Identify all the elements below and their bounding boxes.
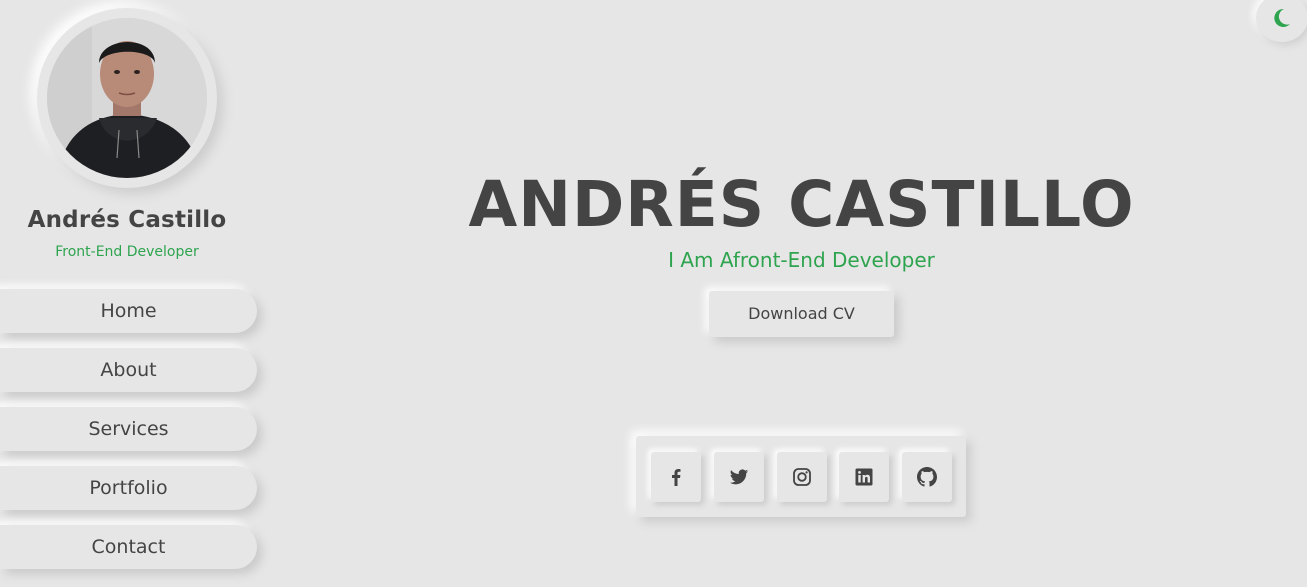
- social-links: [636, 436, 966, 517]
- download-cv-button[interactable]: Download CV: [709, 291, 894, 337]
- moon-icon: [1274, 8, 1290, 27]
- avatar: [47, 18, 207, 178]
- hero-title: ANDRÉS CASTILLO: [468, 168, 1135, 241]
- portfolio-page: Andrés Castillo Front-End Developer Home…: [0, 0, 1307, 587]
- sidebar: Andrés Castillo Front-End Developer Home…: [0, 0, 258, 587]
- github-icon: [917, 467, 937, 487]
- profile-photo: [47, 18, 207, 178]
- hero-subtitle: I Am Afront-End Developer: [668, 248, 935, 272]
- twitter-icon: [729, 469, 749, 485]
- nav-item-about[interactable]: About: [0, 348, 257, 392]
- theme-toggle-button[interactable]: [1256, 0, 1307, 42]
- nav-item-home[interactable]: Home: [0, 289, 257, 333]
- twitter-link[interactable]: [714, 452, 764, 502]
- github-link[interactable]: [902, 452, 952, 502]
- instagram-icon: [793, 468, 811, 486]
- nav-item-services[interactable]: Services: [0, 407, 257, 451]
- nav-item-portfolio[interactable]: Portfolio: [0, 466, 257, 510]
- main-nav: Home About Services Portfolio Contact: [0, 289, 258, 584]
- linkedin-link[interactable]: [839, 452, 889, 502]
- instagram-link[interactable]: [777, 452, 827, 502]
- facebook-icon: [672, 469, 681, 486]
- facebook-link[interactable]: [651, 452, 701, 502]
- avatar-frame: [37, 8, 217, 188]
- nav-item-contact[interactable]: Contact: [0, 525, 257, 569]
- linkedin-icon: [855, 468, 873, 486]
